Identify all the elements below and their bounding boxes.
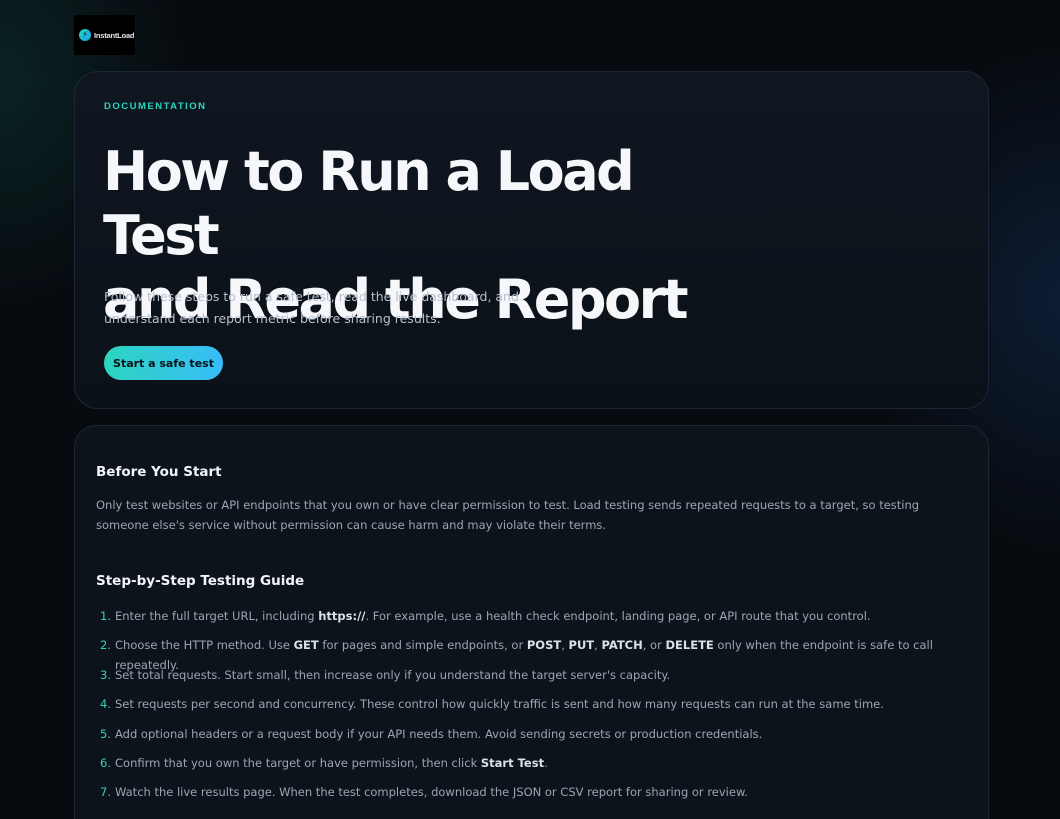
step-number: 6. [100, 755, 111, 770]
testing-guide-heading: Step-by-Step Testing Guide [96, 573, 305, 589]
step-keyword: PUT [568, 638, 595, 653]
lightning-icon: ⚡ [79, 29, 91, 41]
step-item: 1. Enter the full target URL, including h… [96, 606, 976, 635]
step-item: 2. Choose the HTTP method. Use GET for pa… [96, 635, 976, 672]
step-text-part: Watch the live results page. When the te… [115, 785, 748, 800]
testing-steps-list: 1. Enter the full target URL, including h… [96, 606, 976, 812]
brand-logo[interactable]: ⚡ InstantLoad [74, 15, 135, 55]
step-text-part: Set total requests. Start small, then in… [115, 667, 671, 682]
step-keyword: https:// [318, 609, 366, 623]
step-text: Set total requests. Start small, then in… [115, 665, 670, 685]
step-keyword: GET [293, 638, 319, 653]
step-text: Watch the live results page. When the te… [115, 782, 748, 802]
step-number: 1. [100, 609, 111, 623]
step-number: 4. [100, 697, 111, 712]
documentation-content: Before You Start Only test websites or A… [74, 425, 989, 819]
step-text-part: for pages and simple endpoints, or [318, 638, 527, 653]
step-item: 6. Confirm that you own the target or hav… [96, 753, 976, 782]
brand-name: InstantLoad [94, 30, 135, 40]
before-you-start-text: Only test websites or API endpoints that… [96, 498, 920, 532]
step-text-part: Add optional headers or a request body i… [115, 726, 763, 741]
step-keyword: PATCH [601, 638, 643, 653]
step-keyword: POST [526, 638, 562, 653]
step-number: 3. [100, 667, 111, 682]
step-keyword: Start Test [480, 755, 545, 770]
before-you-start-heading: Before You Start [96, 464, 222, 480]
step-text-part: Set requests per second and concurrency.… [115, 697, 884, 712]
step-text-part: . For example, use a health check endpoi… [365, 609, 871, 623]
step-item: 4. Set requests per second and concurrenc… [96, 694, 976, 723]
step-text: Confirm that you own the target or have … [115, 753, 548, 773]
step-item: 7. Watch the live results page. When the … [96, 782, 976, 811]
page-title-line-1: How to Run a Load Test [103, 140, 635, 267]
step-text-part: Confirm that you own the target or have … [115, 755, 481, 770]
step-item: 5. Add optional headers or a request body… [96, 724, 976, 753]
start-safe-test-button[interactable]: Start a safe test [104, 346, 223, 380]
step-text: Set requests per second and concurrency.… [115, 694, 884, 714]
step-number: 7. [100, 785, 111, 800]
step-text-part: . [544, 755, 548, 770]
step-text: Enter the full target URL, including htt… [115, 606, 871, 626]
step-text-part: , or [642, 638, 666, 653]
step-text-part: , [561, 638, 569, 653]
step-text-part: Choose the HTTP method. Use [115, 638, 294, 653]
step-text-part: Enter the full target URL, including [115, 609, 319, 623]
step-keyword: DELETE [665, 638, 714, 653]
hero-card: DOCUMENTATION How to Run a Load Test and… [74, 71, 989, 409]
hero-description: Follow these steps to run a safe test, r… [104, 289, 519, 326]
hero-eyebrow: DOCUMENTATION [104, 101, 207, 112]
step-number: 2. [100, 638, 111, 653]
step-number: 5. [100, 726, 111, 741]
step-text: Add optional headers or a request body i… [115, 724, 762, 744]
